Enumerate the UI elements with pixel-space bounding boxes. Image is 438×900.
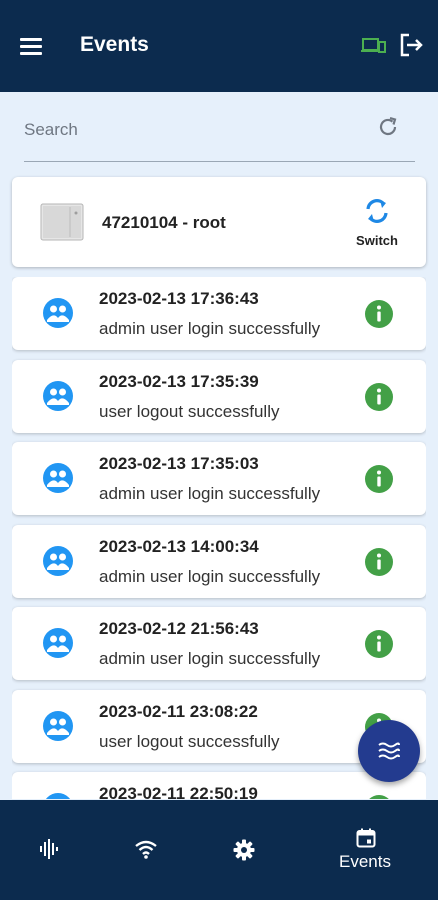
users-icon [42,627,74,659]
event-message: user logout successfully [99,731,280,751]
nav-item-wifi[interactable] [98,800,196,900]
event-time: 2023-02-13 17:35:39 [99,371,259,391]
event-list[interactable]: 2023-02-13 17:36:43 admin user login succ… [12,277,426,799]
event-time: 2023-02-13 17:35:03 [99,454,259,473]
nav-item-settings[interactable] [196,800,294,900]
users-icon [42,545,74,577]
event-time: 2023-02-12 21:56:43 [99,619,259,638]
event-time: 2023-02-11 22:50:19 [99,784,258,799]
sync-icon [366,199,388,223]
event-list-item[interactable]: 2023-02-13 17:35:03 admin user login succ… [12,442,426,515]
event-message: admin user login successfully [99,566,321,586]
menu-icon[interactable] [20,36,44,56]
users-icon [42,380,74,412]
app-bar: Events [0,0,438,92]
event-list-item[interactable]: 2023-02-13 17:35:39 user logout successfu… [12,359,426,433]
users-icon [42,792,74,799]
device-image [40,203,84,241]
event-message: admin user login successfully [99,319,321,338]
info-icon[interactable] [364,629,394,659]
filter-fab[interactable] [358,720,420,782]
waves-icon [378,742,400,760]
waveform-icon [40,839,58,859]
switch-label: Switch [356,233,398,248]
gear-icon [233,839,255,861]
switch-button[interactable]: Switch [348,195,406,257]
info-icon[interactable] [364,382,394,412]
refresh-icon[interactable] [376,115,400,139]
device-card: 47210104 - root Switch [12,177,426,267]
event-time: 2023-02-13 14:00:34 [99,536,259,556]
event-message: admin user login successfully [99,484,321,503]
event-list-item[interactable]: 2023-02-12 21:56:43 admin user login succ… [12,607,426,680]
nav-label-events: Events [339,852,391,871]
page-title: Events [80,33,149,56]
users-icon [42,297,74,329]
nav-item-events[interactable]: Events [318,800,414,900]
nav-item-monitor[interactable] [0,800,98,900]
search-bar [24,105,415,162]
event-list-item[interactable]: 2023-02-11 22:50:19 [12,772,426,799]
info-icon[interactable] [364,547,394,577]
users-icon [42,710,74,742]
event-time: 2023-02-13 17:36:43 [99,289,259,308]
event-time: 2023-02-11 23:08:22 [99,701,258,721]
info-icon[interactable] [364,464,394,494]
wifi-icon [135,840,157,859]
event-list-item[interactable]: 2023-02-13 14:00:34 admin user login succ… [12,524,426,598]
calendar-icon [356,828,376,848]
bottom-navigation: Events [0,800,438,900]
event-message: admin user login successfully [99,649,321,668]
devices-icon[interactable] [361,34,387,56]
info-icon[interactable] [364,299,394,329]
search-input[interactable] [24,115,364,145]
logout-icon[interactable] [398,32,424,58]
event-message: user logout successfully [99,401,280,421]
event-list-item[interactable]: 2023-02-13 17:36:43 admin user login succ… [12,277,426,350]
users-icon [42,462,74,494]
info-icon[interactable] [364,794,394,799]
device-name: 47210104 - root [102,213,226,232]
